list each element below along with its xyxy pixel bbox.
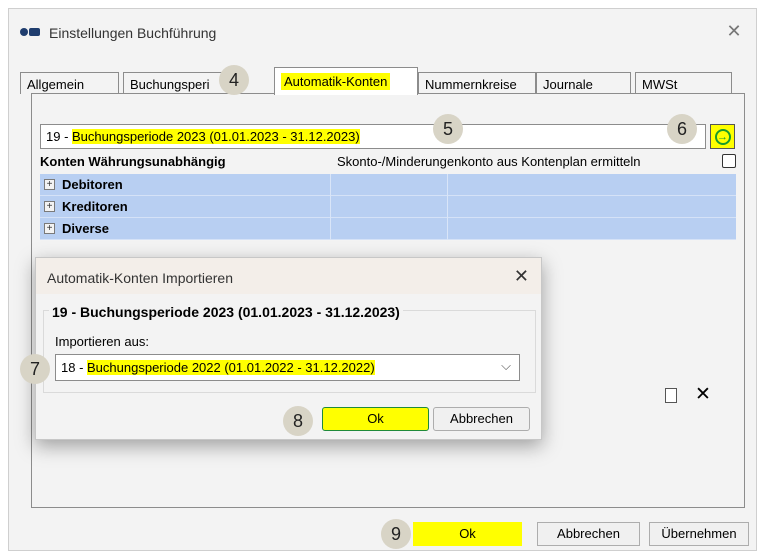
step-badge-5: 5 — [433, 114, 463, 144]
tab-mwst[interactable]: MWSt — [635, 72, 732, 94]
period-value: Buchungsperiode 2023 (01.01.2023 - 31.12… — [72, 129, 360, 144]
ok-button[interactable]: Ok — [413, 522, 522, 546]
row-label: Kreditoren — [62, 199, 128, 214]
import-arrow-button[interactable]: → — [710, 124, 735, 149]
skonto-label: Skonto-/Minderungenkonto aus Kontenplan … — [337, 154, 641, 169]
step-badge-7: 7 — [20, 354, 50, 384]
step-badge-6: 6 — [667, 114, 697, 144]
dialog-ok-button[interactable]: Ok — [322, 407, 429, 431]
dialog-heading: 19 - Buchungsperiode 2023 (01.01.2023 - … — [49, 304, 403, 320]
close-icon[interactable]: ✕ — [722, 21, 746, 41]
import-source-prefix: 18 - — [61, 360, 88, 375]
dialog-title-bar: Automatik-Konten Importieren ✕ — [36, 258, 541, 294]
tab-automatik-konten[interactable]: Automatik-Konten — [274, 67, 418, 95]
step-badge-8: 8 — [283, 406, 313, 436]
dialog-cancel-button[interactable]: Abbrechen — [433, 407, 530, 431]
dialog-close-icon[interactable]: ✕ — [514, 266, 529, 286]
lower-toolbar: ✕ — [665, 383, 725, 406]
import-source-select[interactable]: 18 - Buchungsperiode 2022 (01.01.2022 - … — [55, 354, 520, 381]
app-icon — [20, 28, 40, 36]
apply-button[interactable]: Übernehmen — [649, 522, 749, 546]
konten-grid: + Debitoren + Kreditoren + Diverse — [40, 174, 736, 240]
step-badge-9: 9 — [381, 519, 411, 549]
delete-icon[interactable]: ✕ — [695, 383, 711, 406]
tab-allgemein[interactable]: Allgemein — [20, 72, 119, 94]
cancel-button[interactable]: Abbrechen — [537, 522, 640, 546]
step-badge-4: 4 — [219, 65, 249, 95]
import-from-label: Importieren aus: — [55, 334, 149, 349]
import-source-value: Buchungsperiode 2022 (01.01.2022 - 31.12… — [87, 360, 375, 375]
tab-journale[interactable]: Journale — [536, 72, 631, 94]
skonto-checkbox[interactable] — [722, 154, 736, 168]
row-label: Debitoren — [62, 177, 123, 192]
dialog-title: Automatik-Konten Importieren — [47, 270, 233, 286]
expand-icon[interactable]: + — [44, 201, 55, 212]
period-prefix: 19 - — [46, 129, 73, 144]
title-bar: Einstellungen Buchführung ✕ — [9, 9, 756, 53]
tab-nummernkreise[interactable]: Nummernkreise — [418, 72, 536, 94]
grid-row-debitoren[interactable]: + Debitoren — [40, 174, 736, 196]
row-label: Diverse — [62, 221, 109, 236]
new-document-icon[interactable] — [665, 388, 677, 403]
expand-icon[interactable]: + — [44, 223, 55, 234]
window-title: Einstellungen Buchführung — [49, 25, 217, 41]
tab-buchungsperioden[interactable]: Buchungsperi — [123, 72, 231, 94]
grid-row-kreditoren[interactable]: + Kreditoren — [40, 196, 736, 218]
expand-icon[interactable]: + — [44, 179, 55, 190]
chevron-down-icon: ⌵ — [501, 358, 511, 373]
grid-row-diverse[interactable]: + Diverse — [40, 218, 736, 240]
tab-bar: Allgemein Buchungsperi Automatik-Konten … — [20, 67, 740, 95]
period-select[interactable]: 19 - Buchungsperiode 2023 (01.01.2023 - … — [40, 124, 706, 149]
konten-title: Konten Währungsunabhängig — [40, 154, 226, 169]
arrow-right-icon: → — [714, 128, 731, 145]
